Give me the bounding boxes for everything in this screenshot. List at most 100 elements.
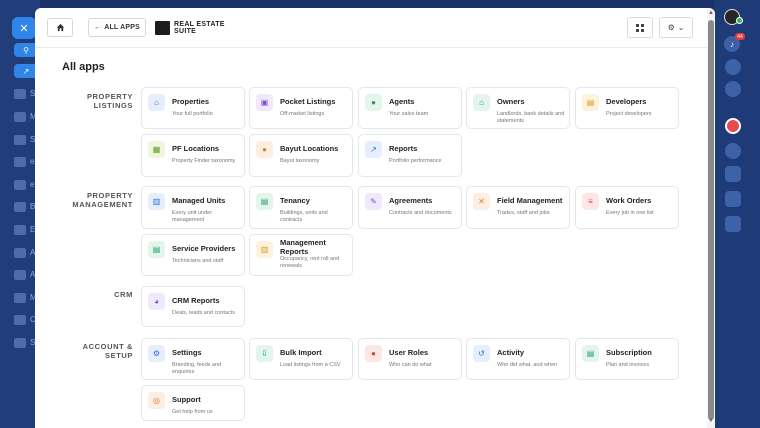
app-tile-title: Work Orders <box>606 196 652 205</box>
app-tile-description: Technicians and staff <box>172 258 224 264</box>
background-nav-icon <box>14 180 26 190</box>
app-tile-developers[interactable]: ▤ Developers Project developers <box>575 87 679 129</box>
briefcase-icon: ▤ <box>582 94 599 111</box>
background-nav-icon <box>14 270 26 280</box>
app-tile-title: Agents <box>389 97 415 106</box>
app-tile-bayut-locations[interactable]: ● Bayut Locations Bayut taxonomy <box>249 134 353 177</box>
pie-chart-icon: ◕ <box>148 293 165 310</box>
notification-badge: 44 <box>735 33 745 40</box>
contract-icon: ✎ <box>365 193 382 210</box>
section-label: PROPERTY LISTINGS <box>86 92 133 110</box>
settings-dropdown-button[interactable]: ⚙ ⌄ <box>659 17 693 38</box>
background-nav-label: e <box>30 157 35 166</box>
app-tile-title: CRM Reports <box>172 296 220 305</box>
grid-view-button[interactable] <box>627 17 653 38</box>
modal-header: ← ALL APPS REAL ESTATE SUITE ⚙ ⌄ <box>35 8 715 48</box>
background-nav-icon <box>14 112 26 122</box>
list-icon: ≡ <box>582 193 599 210</box>
app-tile-pf-locations[interactable]: ▦ PF Locations Property Finder taxonomy <box>141 134 245 177</box>
app-tile-owners[interactable]: ⌂ Owners Landlords, bank details and state… <box>466 87 570 129</box>
app-tile-description: Your full portfolio <box>172 111 213 117</box>
background-nav-label: e <box>30 180 35 189</box>
app-tile-agents[interactable]: ● Agents Your sales team <box>358 87 462 129</box>
link-icon: ⚲ <box>23 45 29 55</box>
rail-record-icon[interactable] <box>725 118 741 134</box>
app-tile-activity[interactable]: ↺ Activity Who did what, and when <box>466 338 570 380</box>
rail-icon-2[interactable] <box>725 81 741 97</box>
scrollbar-thumb[interactable] <box>708 20 714 420</box>
chevron-down-icon: ⌄ <box>677 23 685 32</box>
map-icon: ▦ <box>148 141 165 158</box>
app-tile-description: Every job in one list <box>606 210 654 216</box>
page-title: All apps <box>62 61 105 73</box>
rail-icon-6[interactable] <box>725 216 741 232</box>
app-tile-support[interactable]: ◎ Support Get help from us <box>141 385 245 421</box>
home-icon: ⌂ <box>148 94 165 111</box>
app-tile-settings[interactable]: ⚙ Settings Branding, feeds and enquiries <box>141 338 245 380</box>
app-tile-pocket-listings[interactable]: ▣ Pocket Listings Off-market listings <box>249 87 353 129</box>
scroll-down-arrow[interactable]: ▼ <box>707 418 715 424</box>
section-label: PROPERTY MANAGEMENT <box>72 191 133 209</box>
app-tile-user-roles[interactable]: ● User Roles Who can do what <box>358 338 462 380</box>
app-tile-description: Trades, staff and jobs <box>497 210 550 216</box>
rail-icon-4[interactable] <box>725 166 741 182</box>
app-tile-description: Deals, leads and contacts <box>172 310 235 316</box>
history-icon: ↺ <box>473 345 490 362</box>
chart-line-icon: ↗ <box>365 141 382 158</box>
app-tile-title: Field Management <box>497 196 563 205</box>
rail-icon-5[interactable] <box>725 191 741 207</box>
rail-icon-3[interactable] <box>725 143 741 159</box>
home-button[interactable] <box>47 18 73 37</box>
scroll-up-arrow[interactable]: ▲ <box>707 10 715 16</box>
brand-logo <box>155 21 170 35</box>
home-icon <box>56 23 64 32</box>
rail-icon-1[interactable] <box>725 59 741 75</box>
app-tile-tenancy[interactable]: ▤ Tenancy Buildings, units and contracts <box>249 186 353 229</box>
close-apps-button[interactable]: ✕ <box>12 17 36 39</box>
app-tile-description: Plan and invoices <box>606 362 650 368</box>
app-tile-title: Pocket Listings <box>280 97 336 106</box>
app-tile-title: Agreements <box>389 196 433 205</box>
background-nav-icon <box>14 293 26 303</box>
app-tile-title: Managed Units <box>172 196 226 205</box>
app-tile-title: Owners <box>497 97 525 106</box>
app-tile-title: Developers <box>606 97 647 106</box>
app-tile-title: Settings <box>172 348 202 357</box>
app-tile-description: Who did what, and when <box>497 362 558 368</box>
close-icon: ✕ <box>19 22 29 35</box>
app-tile-work-orders[interactable]: ≡ Work Orders Every job in one list <box>575 186 679 229</box>
app-tile-description: Bayut taxonomy <box>280 158 320 164</box>
app-tile-subscription[interactable]: ▤ Subscription Plan and invoices <box>575 338 679 380</box>
all-apps-back-button[interactable]: ← ALL APPS <box>88 18 146 37</box>
app-tile-service-providers[interactable]: ▤ Service Providers Technicians and staff <box>141 234 245 276</box>
app-tile-field-management[interactable]: ✕ Field Management Trades, staff and jobs <box>466 186 570 229</box>
section-label: ACCOUNT & SETUP <box>82 342 133 360</box>
app-tile-title: Support <box>172 395 201 404</box>
section-label: CRM <box>114 290 133 299</box>
app-tile-crm-reports[interactable]: ◕ CRM Reports Deals, leads and contacts <box>141 286 245 327</box>
brand-name: REAL ESTATE SUITE <box>174 21 225 35</box>
back-button-label: ALL APPS <box>104 24 141 31</box>
pin-icon: ● <box>256 141 273 158</box>
app-tile-managed-units[interactable]: ▥ Managed Units Every unit under managemen… <box>141 186 245 229</box>
background-nav-icon <box>14 135 26 145</box>
all-apps-modal: ← ALL APPS REAL ESTATE SUITE ⚙ ⌄ ▲ ▼ All… <box>35 8 715 428</box>
import-icon: ⇩ <box>256 345 273 362</box>
background-nav-icon <box>14 89 26 99</box>
app-tile-title: Bayut Locations <box>280 144 339 153</box>
app-tile-title: Reports <box>389 144 418 153</box>
app-tile-properties[interactable]: ⌂ Properties Your full portfolio <box>141 87 245 129</box>
app-tile-description: Off-market listings <box>280 111 325 117</box>
app-tile-reports[interactable]: ↗ Reports Portfolio performance <box>358 134 462 177</box>
background-nav-icon <box>14 202 26 212</box>
background-nav-icon <box>14 338 26 348</box>
app-tile-description: Landlords, bank details and statements <box>497 111 565 124</box>
background-nav-icon <box>14 315 26 325</box>
app-tile-title: PF Locations <box>172 144 220 153</box>
document-icon: ▤ <box>256 193 273 210</box>
app-tile-bulk-import[interactable]: ⇩ Bulk Import Load listings from a CSV <box>249 338 353 380</box>
app-tile-title: Management Reports <box>280 238 326 256</box>
gear-icon: ⚙ <box>667 23 675 32</box>
app-tile-agreements[interactable]: ✎ Agreements Contracts and documents <box>358 186 462 229</box>
app-tile-management-reports[interactable]: ▥ Management Reports Occupancy, rent roll … <box>249 234 353 276</box>
